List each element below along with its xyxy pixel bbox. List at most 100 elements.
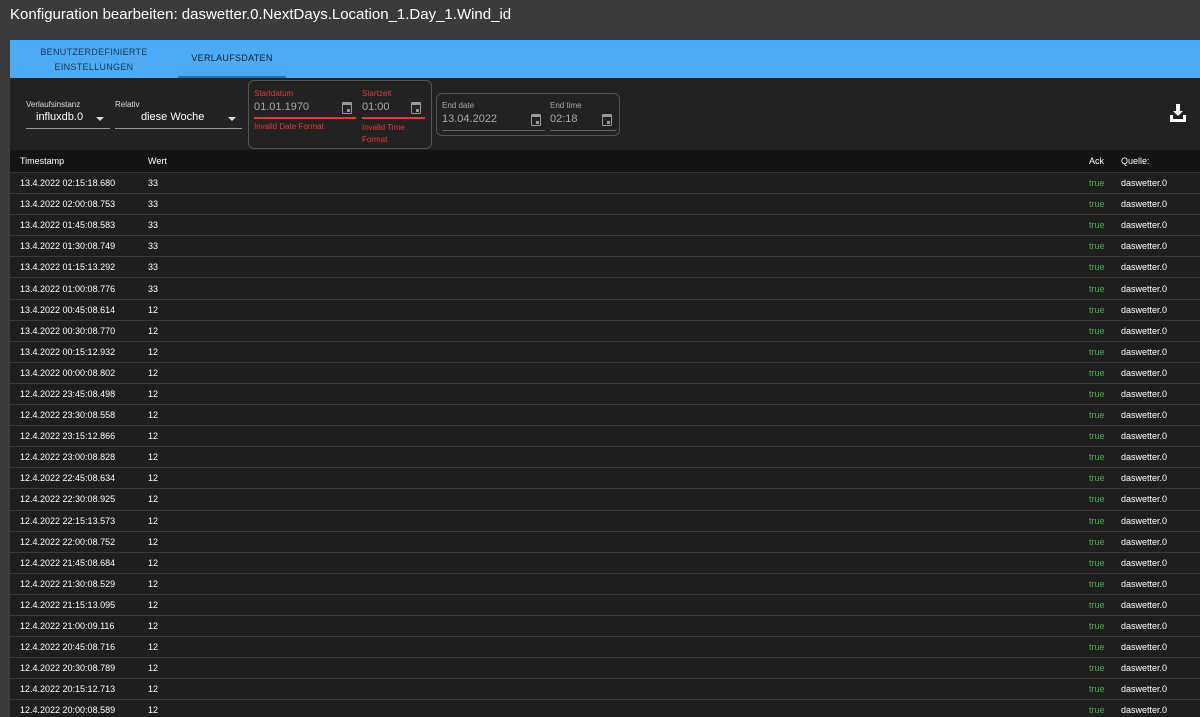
table-row[interactable]: 12.4.2022 22:15:13.573 12 true daswetter.0 [10, 511, 1200, 532]
cell-source: daswetter.0 [1121, 621, 1168, 632]
table-row[interactable]: 12.4.2022 20:30:08.789 12 true daswetter.0 [10, 658, 1200, 680]
cell-timestamp: 13.4.2022 01:45:08.583 [20, 220, 116, 231]
cell-ack: true [1089, 452, 1105, 463]
cell-ack: true [1089, 283, 1105, 294]
calendar-icon[interactable] [411, 102, 421, 114]
cell-value: 12 [148, 410, 159, 421]
cell-timestamp: 12.4.2022 23:15:12.866 [20, 431, 116, 442]
start-time-error-line2: Format [362, 135, 388, 144]
cell-value: 12 [148, 684, 159, 695]
header-source[interactable]: Quelle: [1121, 156, 1150, 166]
cell-timestamp: 13.4.2022 00:00:08.802 [20, 367, 116, 378]
cell-source: daswetter.0 [1121, 578, 1168, 589]
cell-value: 12 [148, 557, 159, 568]
calendar-icon[interactable] [602, 114, 612, 126]
table-row[interactable]: 13.4.2022 02:00:08.753 33 true daswetter.0 [10, 194, 1200, 216]
table-row[interactable]: 12.4.2022 23:45:08.498 12 true daswetter.0 [10, 384, 1200, 406]
cell-source: daswetter.0 [1121, 410, 1168, 421]
tab-custom-settings[interactable]: BENUTZERDEFINIERTE EINSTELLUNGEN [10, 40, 178, 78]
cell-value: 12 [148, 367, 159, 378]
start-date-input[interactable]: 01.01.1970 [254, 101, 356, 119]
cell-ack: true [1089, 220, 1105, 231]
table-row[interactable]: 13.4.2022 00:45:08.614 12 true daswetter.0 [10, 300, 1200, 321]
dialog-title: Konfiguration bearbeiten: daswetter.0.Ne… [10, 6, 512, 23]
chevron-down-icon [228, 117, 236, 121]
table-row[interactable]: 12.4.2022 22:00:08.752 12 true daswetter.0 [10, 532, 1200, 553]
cell-value: 12 [148, 346, 159, 357]
table-row[interactable]: 12.4.2022 21:15:13.095 12 true daswetter.0 [10, 595, 1200, 616]
cell-timestamp: 12.4.2022 23:30:08.558 [20, 410, 116, 421]
start-date-value: 01.01.1970 [254, 101, 310, 113]
cell-value: 12 [148, 473, 159, 484]
cell-timestamp: 12.4.2022 20:00:08.589 [20, 705, 116, 716]
cell-ack: true [1089, 262, 1105, 273]
end-date-value: 13.04.2022 [442, 113, 498, 125]
cell-source: daswetter.0 [1121, 220, 1168, 231]
start-time-input[interactable]: 01:00 [362, 101, 425, 119]
end-time-label: End time [550, 101, 582, 110]
table-row[interactable]: 12.4.2022 22:45:08.634 12 true daswetter.0 [10, 468, 1200, 490]
cell-value: 12 [148, 388, 159, 399]
table-row[interactable]: 13.4.2022 01:45:08.583 33 true daswetter.0 [10, 215, 1200, 237]
table-row[interactable]: 12.4.2022 21:00:09.116 12 true daswetter.0 [10, 616, 1200, 638]
table-row[interactable]: 13.4.2022 02:15:18.680 33 true daswetter.0 [10, 173, 1200, 195]
table-row[interactable]: 13.4.2022 01:00:08.776 33 true daswetter.0 [10, 278, 1200, 300]
calendar-icon[interactable] [342, 102, 352, 114]
calendar-icon[interactable] [531, 114, 541, 126]
instance-select[interactable]: influxdb.0 [26, 111, 110, 129]
header-value[interactable]: Wert [148, 156, 167, 166]
header-ack[interactable]: Ack [1089, 156, 1104, 166]
table-row[interactable]: 12.4.2022 23:00:08.828 12 true daswetter.0 [10, 447, 1200, 469]
cell-timestamp: 12.4.2022 20:15:12.713 [20, 684, 116, 695]
table-row[interactable]: 12.4.2022 21:45:08.684 12 true daswetter.0 [10, 553, 1200, 574]
tab-history[interactable]: VERLAUFSDATEN [178, 40, 286, 78]
cell-ack: true [1089, 494, 1105, 505]
cell-source: daswetter.0 [1121, 262, 1168, 273]
history-toolbar: Verlaufsinstanz influxdb.0 Relativ diese… [10, 78, 1200, 150]
cell-timestamp: 12.4.2022 21:15:13.095 [20, 599, 116, 610]
table-row[interactable]: 13.4.2022 01:15:13.292 33 true daswetter.0 [10, 257, 1200, 279]
table-row[interactable]: 12.4.2022 20:45:08.716 12 true daswetter.0 [10, 637, 1200, 659]
table-row[interactable]: 13.4.2022 00:00:08.802 12 true daswetter.0 [10, 363, 1200, 384]
cell-value: 12 [148, 578, 159, 589]
start-time-value: 01:00 [362, 101, 390, 113]
end-date-input[interactable]: 13.04.2022 [442, 113, 545, 131]
cell-timestamp: 12.4.2022 22:15:13.573 [20, 515, 116, 526]
relative-select[interactable]: diese Woche [115, 111, 242, 129]
table-row[interactable]: 12.4.2022 22:30:08.925 12 true daswetter.0 [10, 489, 1200, 511]
download-icon[interactable] [1170, 104, 1186, 122]
cell-value: 33 [148, 283, 159, 294]
table-row[interactable]: 12.4.2022 23:15:12.866 12 true daswetter.0 [10, 426, 1200, 448]
cell-value: 12 [148, 705, 159, 716]
relative-label: Relativ [115, 100, 140, 109]
table-row[interactable]: 12.4.2022 21:30:08.529 12 true daswetter.0 [10, 574, 1200, 595]
cell-ack: true [1089, 515, 1105, 526]
table-row[interactable]: 13.4.2022 00:30:08.770 12 true daswetter.0 [10, 321, 1200, 342]
cell-source: daswetter.0 [1121, 642, 1168, 653]
table-row[interactable]: 13.4.2022 01:30:08.749 33 true daswetter.0 [10, 236, 1200, 258]
cell-ack: true [1089, 325, 1105, 336]
table-row[interactable]: 12.4.2022 23:30:08.558 12 true daswetter.0 [10, 405, 1200, 427]
cell-source: daswetter.0 [1121, 431, 1168, 442]
cell-timestamp: 12.4.2022 20:45:08.716 [20, 642, 116, 653]
cell-timestamp: 12.4.2022 23:00:08.828 [20, 452, 116, 463]
header-timestamp[interactable]: Timestamp [20, 156, 64, 166]
table-row[interactable]: 12.4.2022 20:00:08.589 12 true daswetter.0 [10, 700, 1200, 717]
cell-timestamp: 12.4.2022 23:45:08.498 [20, 388, 116, 399]
chevron-down-icon [96, 117, 104, 121]
table-row[interactable]: 13.4.2022 00:15:12.932 12 true daswetter.0 [10, 342, 1200, 363]
start-range-box: Startdatum 01.01.1970 Invalid Date Forma… [248, 80, 432, 149]
cell-source: daswetter.0 [1121, 515, 1168, 526]
cell-source: daswetter.0 [1121, 557, 1168, 568]
table-row[interactable]: 12.4.2022 20:15:12.713 12 true daswetter.0 [10, 679, 1200, 701]
end-time-input[interactable]: 02:18 [550, 113, 616, 131]
cell-timestamp: 13.4.2022 00:30:08.770 [20, 325, 116, 336]
cell-source: daswetter.0 [1121, 283, 1168, 294]
cell-timestamp: 13.4.2022 00:15:12.932 [20, 346, 116, 357]
tab-label-line1: BENUTZERDEFINIERTE [40, 47, 148, 57]
cell-timestamp: 12.4.2022 22:00:08.752 [20, 536, 116, 547]
cell-source: daswetter.0 [1121, 663, 1168, 674]
instance-label: Verlaufsinstanz [26, 100, 81, 109]
cell-ack: true [1089, 599, 1105, 610]
cell-timestamp: 12.4.2022 21:45:08.684 [20, 557, 116, 568]
